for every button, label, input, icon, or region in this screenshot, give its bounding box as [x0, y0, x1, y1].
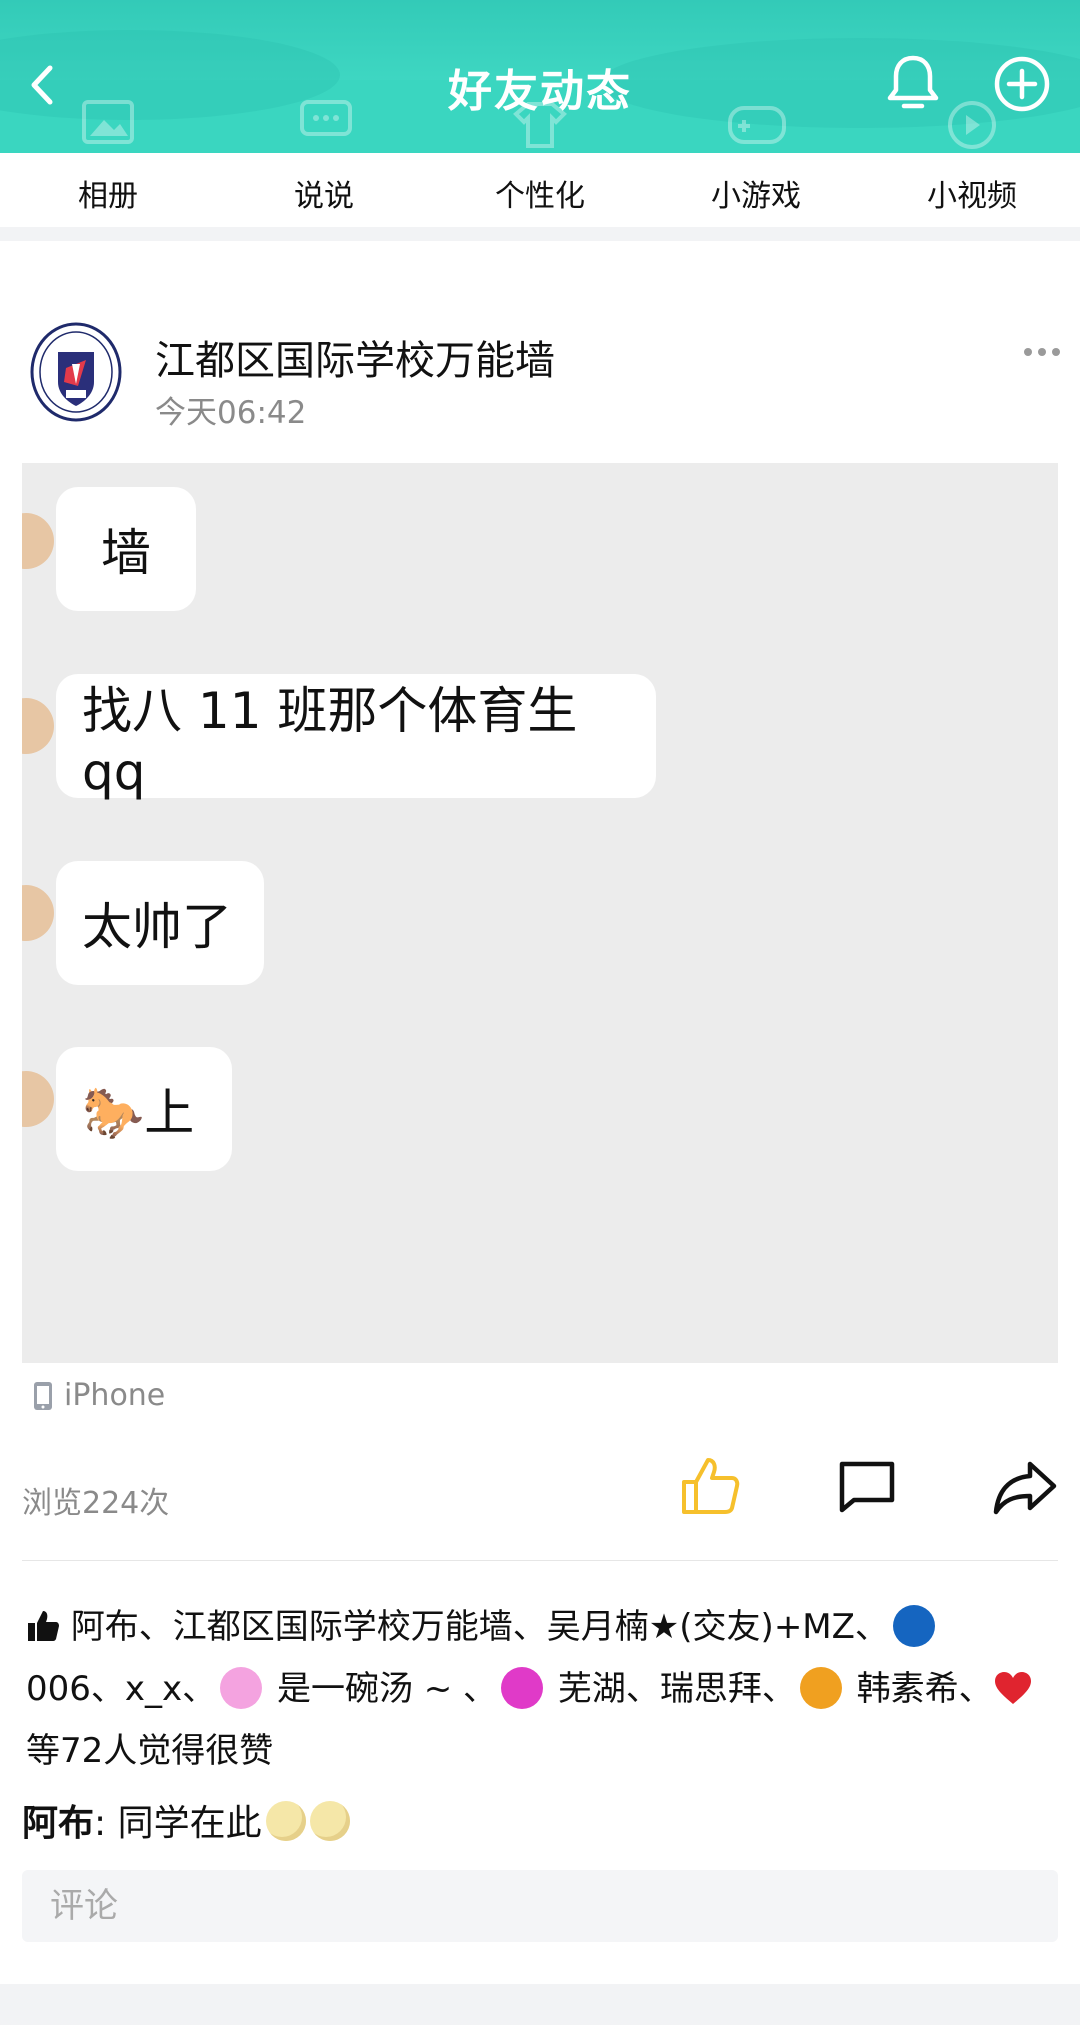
comment-author[interactable]: 阿布 — [22, 1803, 94, 1844]
liker-emoji-icon — [220, 1667, 263, 1709]
post-image[interactable]: 墙 找八 11 班那个体育生 qq 太帅了 🐎上 — [22, 463, 1058, 1363]
chat-bubble: 找八 11 班那个体育生 qq — [56, 674, 656, 801]
author-avatar[interactable] — [28, 320, 124, 424]
like-button-icon[interactable] — [680, 1454, 742, 1516]
liker-emoji-icon — [501, 1667, 544, 1709]
tab-short-video[interactable]: 小视频 — [906, 171, 1038, 215]
likes-line2d: 韩素希、 — [845, 1669, 993, 1709]
tab-mini-games[interactable]: 小游戏 — [690, 171, 822, 215]
section-divider — [0, 227, 1080, 241]
notification-bell-icon[interactable] — [882, 52, 944, 114]
chat-avatar-edge — [22, 885, 54, 941]
tab-shuoshuo[interactable]: 说说 — [274, 171, 374, 215]
likes-line1: 阿布、江都区国际学校万能墙、吴月楠★(交友)+MZ、 — [70, 1607, 889, 1647]
comment-text: : 同学在此 — [94, 1803, 262, 1844]
tab-personalize[interactable]: 个性化 — [474, 171, 606, 215]
moon-emoji-icon — [265, 1801, 306, 1841]
top-bar: 好友动态 — [0, 0, 1080, 153]
chat-bubble: 太帅了 — [56, 861, 264, 985]
bottom-divider — [0, 1984, 1080, 2025]
chat-avatar-edge — [22, 1071, 54, 1127]
share-button-icon[interactable] — [992, 1458, 1058, 1516]
tab-album[interactable]: 相册 — [58, 171, 158, 215]
view-count: 浏览224次 — [22, 1486, 170, 1521]
likes-line2c: 芜湖、瑞思拜、 — [547, 1669, 796, 1709]
comment-row: 阿布: 同学在此 — [22, 1794, 350, 1846]
chat-bubble: 墙 — [56, 487, 196, 611]
post-author-name[interactable]: 江都区国际学校万能墙 — [155, 328, 555, 386]
likes-list: 阿布、江都区国际学校万能墙、吴月楠★(交友)+MZ、 006、x_x、 是一碗汤… — [26, 1596, 1066, 1782]
post-divider — [22, 1560, 1058, 1561]
likes-summary: 等72人觉得很赞 — [26, 1731, 274, 1771]
liker-emoji-icon — [892, 1605, 935, 1647]
chat-avatar-edge — [22, 513, 54, 569]
chat-avatar-edge — [22, 698, 54, 754]
likes-line2b: 是一碗汤 ~ 、 — [266, 1669, 498, 1709]
feature-tabs: 相册 说说 个性化 小游戏 小视频 — [0, 153, 1080, 227]
post-time: 今天06:42 — [155, 395, 307, 431]
chat-bubble: 🐎上 — [56, 1047, 232, 1171]
phone-icon — [34, 1381, 52, 1410]
more-options-icon[interactable] — [1022, 340, 1062, 364]
add-post-icon[interactable] — [992, 54, 1052, 114]
comment-button-icon[interactable] — [836, 1458, 898, 1516]
post-device: iPhone — [32, 1378, 165, 1413]
moon-emoji-icon — [309, 1801, 350, 1841]
likes-line2a: 006、x_x、 — [26, 1669, 217, 1709]
thumbs-up-icon — [28, 1611, 59, 1641]
sun-emoji-icon — [799, 1667, 842, 1709]
heart-icon — [994, 1672, 1031, 1704]
device-label: iPhone — [64, 1378, 166, 1413]
comment-input[interactable]: 评论 — [22, 1870, 1058, 1942]
